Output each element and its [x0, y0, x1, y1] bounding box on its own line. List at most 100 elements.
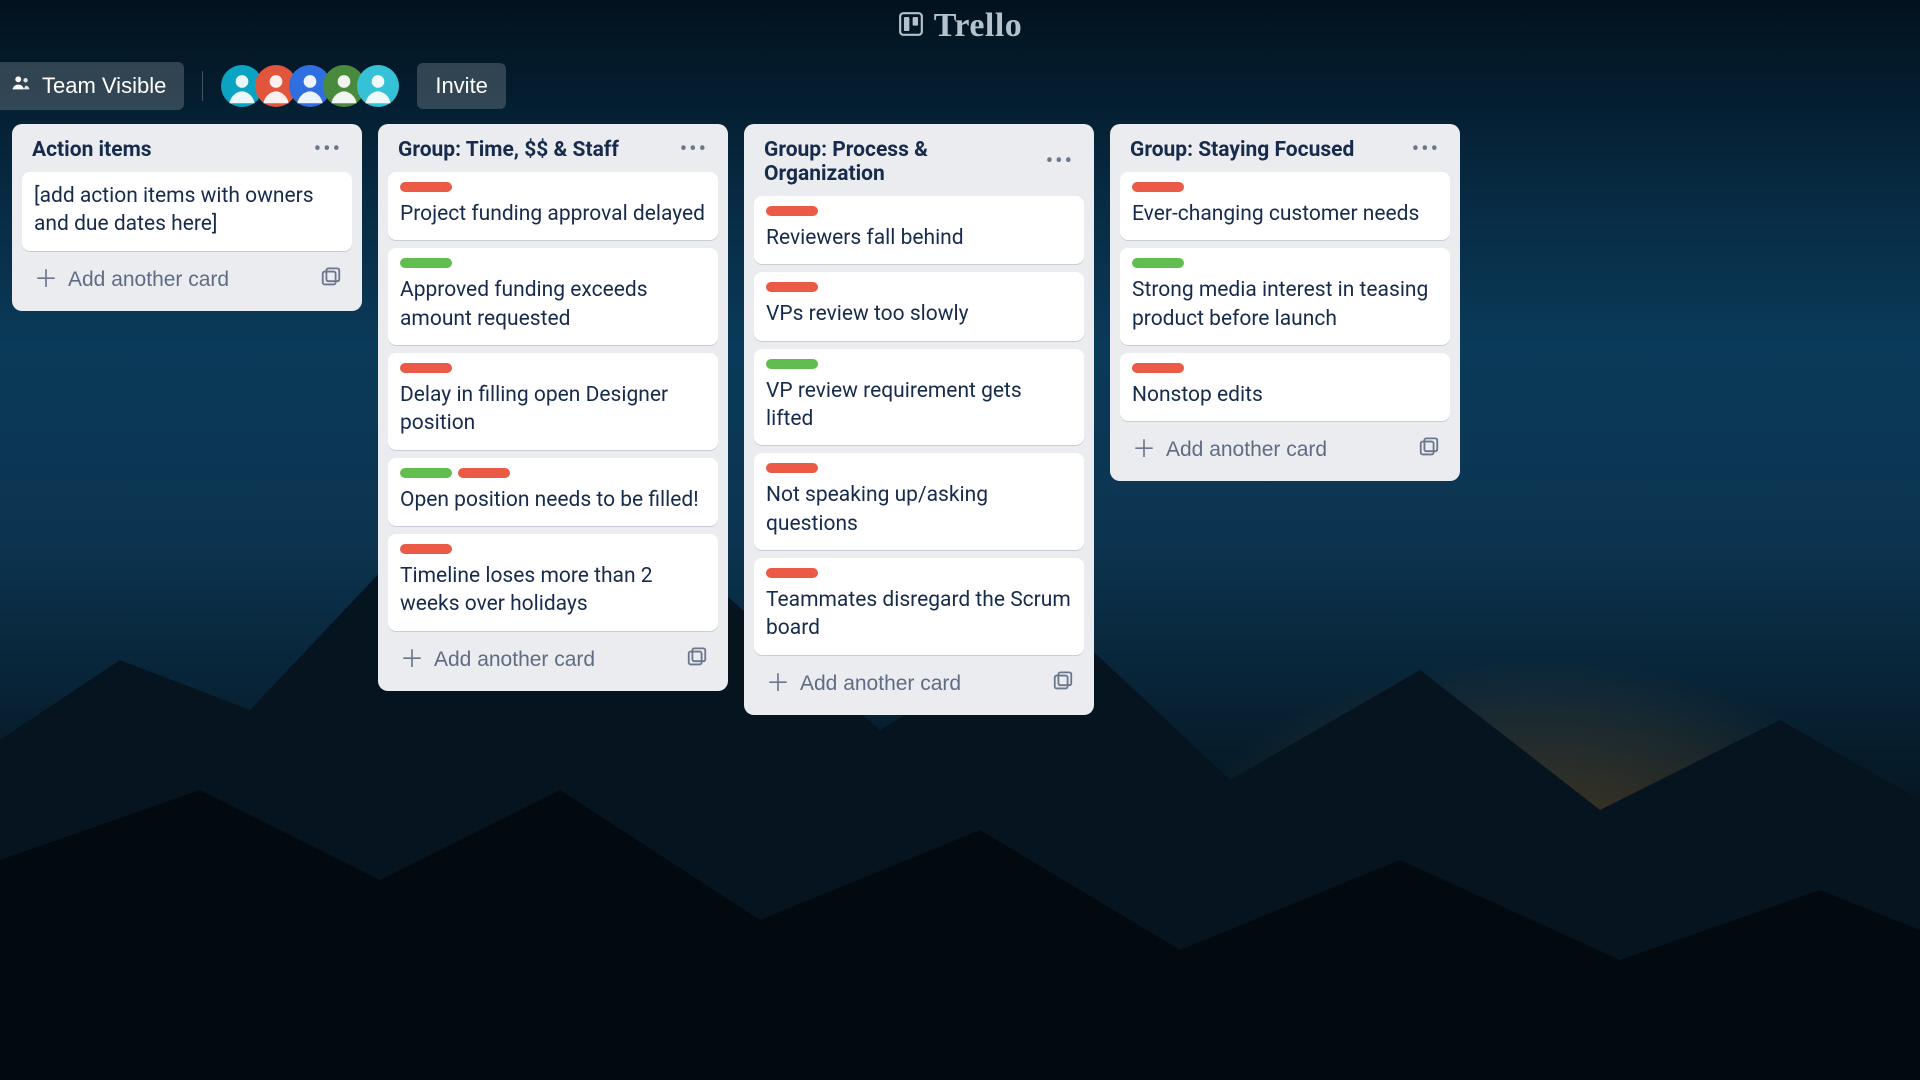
card[interactable]: Timeline loses more than 2 weeks over ho…	[388, 534, 718, 631]
card-template-button[interactable]	[1048, 667, 1078, 701]
card-title: VPs review too slowly	[766, 300, 1072, 328]
card-template-button[interactable]	[1414, 433, 1444, 467]
people-icon	[10, 72, 32, 100]
list-footer: ＋ Add another card	[388, 631, 718, 681]
ellipsis-icon: •••	[1046, 149, 1074, 174]
template-icon	[1418, 437, 1440, 463]
card-labels	[400, 182, 706, 192]
visibility-button[interactable]: Team Visible	[0, 62, 184, 110]
label-red[interactable]	[400, 544, 452, 554]
ellipsis-icon: •••	[680, 137, 708, 162]
card[interactable]: Teammates disregard the Scrum board	[754, 558, 1084, 655]
label-red[interactable]	[1132, 363, 1184, 373]
vertical-separator	[202, 71, 203, 101]
card-title: Delay in filling open Designer position	[400, 381, 706, 438]
card-title: Project funding approval delayed	[400, 200, 706, 228]
card-title: Nonstop edits	[1132, 381, 1438, 409]
card[interactable]: VP review requirement gets lifted	[754, 349, 1084, 446]
card-labels	[400, 468, 706, 478]
card-list: Ever-changing customer needs Strong media…	[1120, 172, 1450, 421]
add-card-button[interactable]: ＋Add another card	[28, 264, 235, 296]
list-header: Group: Process & Organization•••	[754, 136, 1084, 196]
card-template-button[interactable]	[316, 263, 346, 297]
list: Action items ••• [add action items with ow…	[12, 124, 362, 311]
list-title[interactable]: Group: Staying Focused	[1130, 138, 1354, 162]
card-labels	[1132, 182, 1438, 192]
label-green[interactable]	[766, 359, 818, 369]
app-brand-bar: Trello	[0, 0, 1920, 52]
ellipsis-icon: •••	[1412, 137, 1440, 162]
ellipsis-icon: •••	[314, 137, 342, 162]
add-card-label: Add another card	[1166, 438, 1327, 462]
visibility-label: Team Visible	[42, 73, 166, 99]
label-red[interactable]	[458, 468, 510, 478]
card-title: VP review requirement gets lifted	[766, 377, 1072, 434]
plus-icon: ＋	[1132, 438, 1156, 462]
card[interactable]: Reviewers fall behind	[754, 196, 1084, 264]
member-avatars	[221, 65, 399, 107]
add-card-button[interactable]: ＋ Add another card	[1126, 434, 1333, 466]
list-footer: ＋ Add another card	[754, 655, 1084, 705]
card-title: [add action items with owners and due da…	[34, 182, 340, 239]
list-title[interactable]: Action items	[32, 138, 152, 162]
plus-icon: ＋	[766, 672, 790, 696]
member-avatar[interactable]	[357, 65, 399, 107]
invite-button[interactable]: Invite	[417, 63, 506, 109]
card[interactable]: VPs review too slowly	[754, 272, 1084, 340]
card-title: Teammates disregard the Scrum board	[766, 586, 1072, 643]
list-footer: ＋ Add another card	[1120, 421, 1450, 471]
card-list: Project funding approval delayed Approved…	[388, 172, 718, 631]
brand-name: Trello	[934, 7, 1023, 45]
label-red[interactable]	[400, 182, 452, 192]
list: Group: Process & Organization•••Reviewer…	[744, 124, 1094, 715]
list-title[interactable]: Group: Process & Organization	[764, 138, 1044, 186]
label-red[interactable]	[766, 206, 818, 216]
template-icon	[1052, 671, 1074, 697]
label-red[interactable]	[766, 568, 818, 578]
add-card-label: Add another card	[434, 648, 595, 672]
card[interactable]: Not speaking up/asking questions	[754, 453, 1084, 550]
trello-board-icon	[898, 11, 924, 41]
card-title: Open position needs to be filled!	[400, 486, 706, 514]
list: Group: Staying Focused ••• Ever-changing c…	[1110, 124, 1460, 481]
card-labels	[1132, 363, 1438, 373]
card-title: Ever-changing customer needs	[1132, 200, 1438, 228]
list-title[interactable]: Group: Time, $$ & Staff	[398, 138, 619, 162]
list-header: Group: Staying Focused •••	[1120, 136, 1450, 172]
board-header: Team Visible Invite	[0, 52, 1920, 124]
label-red[interactable]	[766, 463, 818, 473]
card-template-button[interactable]	[682, 643, 712, 677]
template-icon	[686, 647, 708, 673]
label-green[interactable]	[1132, 258, 1184, 268]
add-card-button[interactable]: ＋ Add another card	[760, 668, 967, 700]
card-title: Strong media interest in teasing product…	[1132, 276, 1438, 333]
card-title: Timeline loses more than 2 weeks over ho…	[400, 562, 706, 619]
card-list: Reviewers fall behind VPs review too slow…	[754, 196, 1084, 655]
invite-label: Invite	[435, 73, 488, 99]
add-card-button[interactable]: ＋ Add another card	[394, 644, 601, 676]
label-green[interactable]	[400, 468, 452, 478]
card-labels	[400, 544, 706, 554]
card-title: Approved funding exceeds amount requeste…	[400, 276, 706, 333]
card[interactable]: [add action items with owners and due da…	[22, 172, 352, 251]
card[interactable]: Strong media interest in teasing product…	[1120, 248, 1450, 345]
list: Group: Time, $$ & Staff ••• Project fundin…	[378, 124, 728, 691]
card[interactable]: Open position needs to be filled!	[388, 458, 718, 526]
card[interactable]: Ever-changing customer needs	[1120, 172, 1450, 240]
card[interactable]: Project funding approval delayed	[388, 172, 718, 240]
plus-icon: ＋	[400, 648, 424, 672]
card[interactable]: Nonstop edits	[1120, 353, 1450, 421]
list-header: Group: Time, $$ & Staff •••	[388, 136, 718, 172]
label-red[interactable]	[766, 282, 818, 292]
list-header: Action items •••	[22, 136, 352, 172]
board-canvas: Action items ••• [add action items with ow…	[0, 124, 1920, 715]
label-red[interactable]	[1132, 182, 1184, 192]
card-list: [add action items with owners and due da…	[22, 172, 352, 251]
list-footer: ＋Add another card	[22, 251, 352, 301]
brand-logo[interactable]: Trello	[898, 7, 1023, 45]
card[interactable]: Delay in filling open Designer position	[388, 353, 718, 450]
label-red[interactable]	[400, 363, 452, 373]
add-card-label: Add another card	[800, 672, 961, 696]
card[interactable]: Approved funding exceeds amount requeste…	[388, 248, 718, 345]
label-green[interactable]	[400, 258, 452, 268]
